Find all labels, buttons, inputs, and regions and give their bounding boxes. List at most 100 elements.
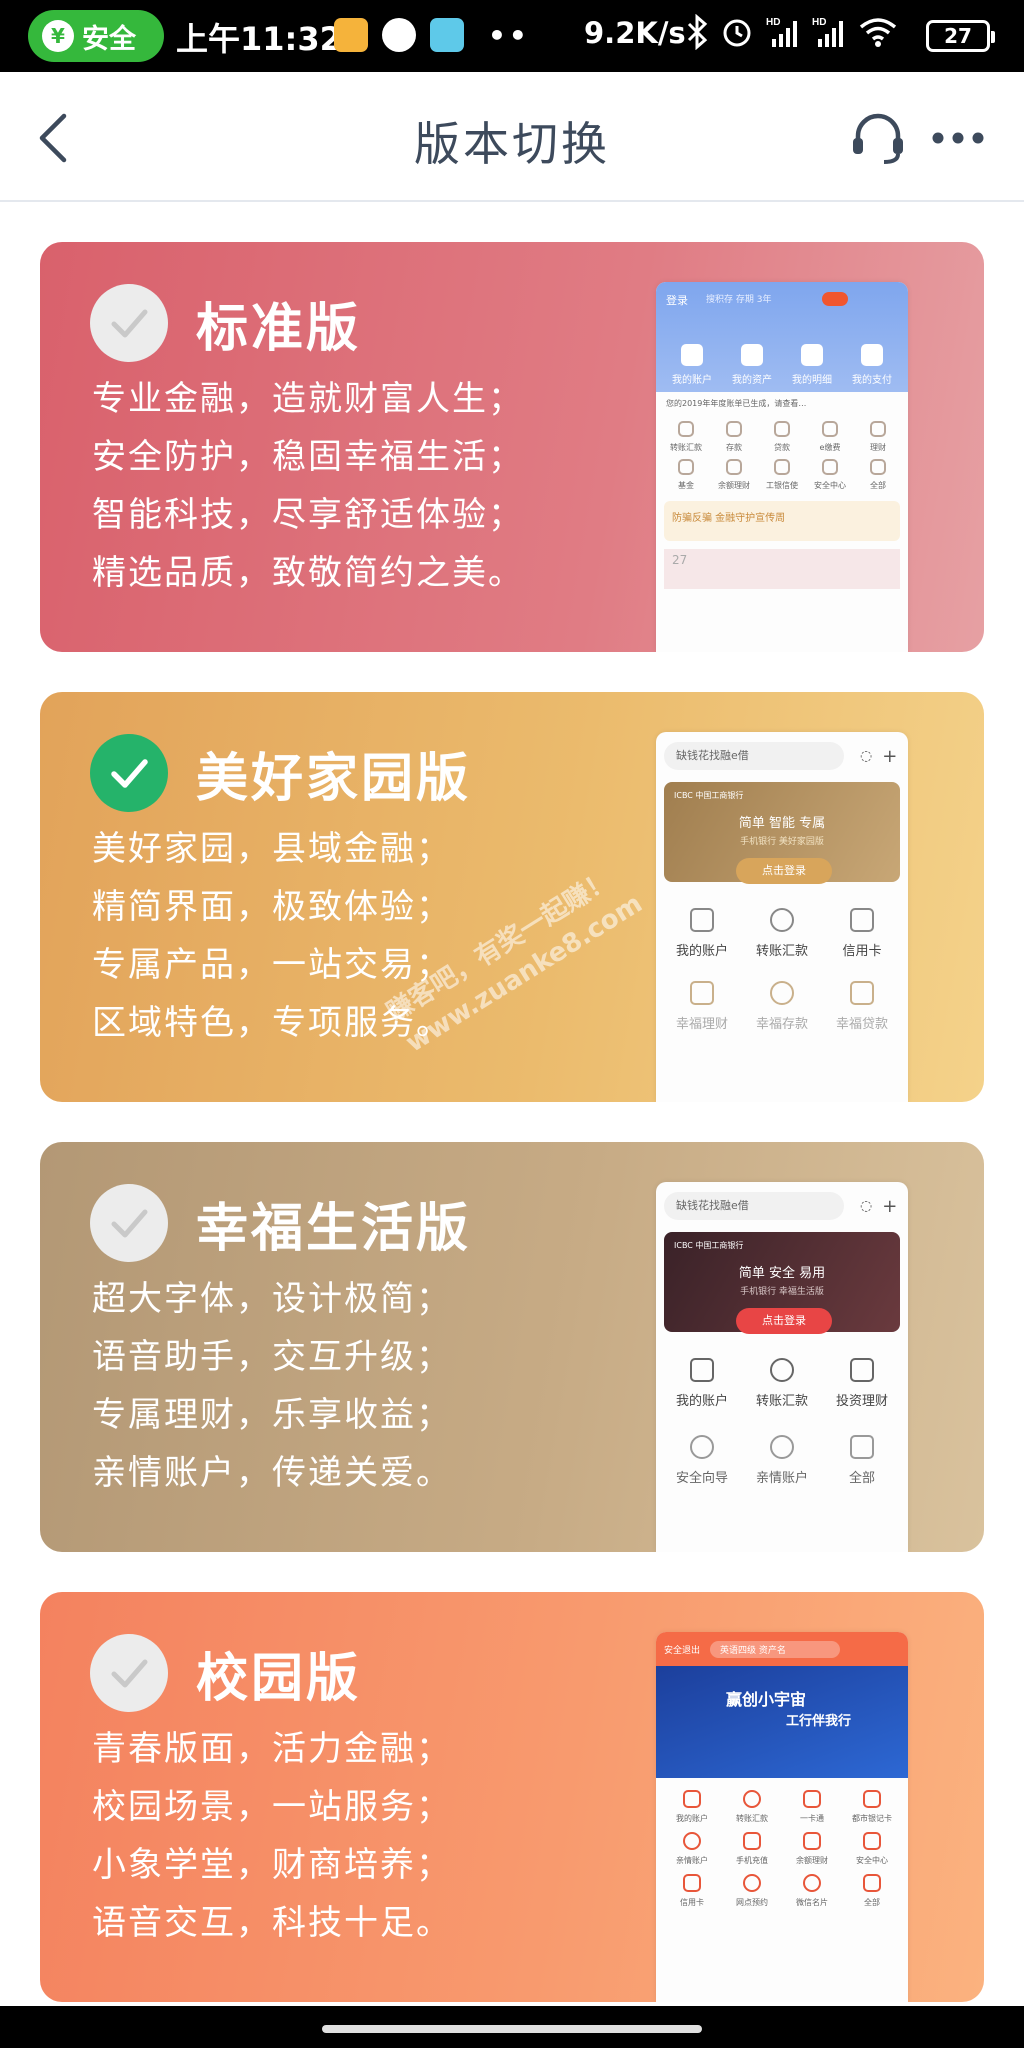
preview-grid-icon — [863, 1790, 881, 1808]
yuan-shield-icon: ¥ — [42, 20, 74, 52]
preview-item-label: 我的账户 — [675, 944, 728, 959]
card-description: 青春版面，活力金融； 校园场景，一站服务； 小象学堂，财商培养； 语音交互，科技… — [92, 1720, 452, 1952]
preview-plus-icon: + — [882, 1195, 898, 1217]
preview-brand: ICBC 中国工商银行 — [674, 791, 744, 800]
preview-item: 我的账户 — [662, 1346, 741, 1409]
system-icons: HD HD — [686, 14, 898, 50]
preview-grid-icon — [683, 1832, 701, 1850]
preview-grid-label: 信用卡 — [680, 1898, 704, 1907]
preview-tab-icon — [681, 344, 703, 366]
preview-grid-label: 亲情账户 — [676, 1856, 708, 1865]
preview-item: 转账汇款 — [742, 1346, 821, 1409]
preview-item-label: 信用卡 — [842, 944, 882, 959]
preview-banner-title: 简单 智能 专属 — [738, 816, 826, 831]
preview-grid-item: 转账汇款 — [722, 1782, 782, 1824]
preview-tab-icon — [861, 344, 883, 366]
preview-grid-label: 全部 — [870, 481, 886, 490]
preview-grid-icon — [743, 1874, 761, 1892]
preview-grid-label: 余额理财 — [796, 1856, 828, 1865]
version-card-beautiful-home[interactable]: 美好家园版 美好家园，县域金融； 精简界面，极致体验； 专属产品，一站交易； 区… — [40, 692, 984, 1102]
checkmark-icon — [111, 1209, 148, 1238]
preview-screenshot: 登录 搜积存 存期 3年 我的账户 我的资产 我的明细 我的支付 您的2019年… — [656, 282, 908, 652]
preview-plus-icon: + — [882, 745, 898, 767]
nav-bar: 版本切换 — [0, 72, 1024, 202]
home-indicator[interactable] — [322, 2025, 702, 2033]
preview-grid-item: 手机充值 — [722, 1824, 782, 1866]
status-bar: ¥ 安全 上午11:32 •• 9.2K/s HD HD 27 — [0, 0, 1024, 72]
preview-grid-icon — [683, 1790, 701, 1808]
preview-item-label: 幸福理财 — [675, 1017, 728, 1032]
preview-grid-row: 基金 余额理财 工银信使 安全中心 全部 — [656, 453, 908, 491]
unchecked-circle-icon[interactable] — [90, 1184, 168, 1262]
preview-search-row: 缺钱花找融e借 ◌ + — [656, 732, 908, 780]
preview-grid-icon — [870, 421, 886, 437]
description-line: 超大字体，设计极简； — [92, 1279, 452, 1319]
preview-grid-icon — [822, 459, 838, 475]
preview-notice: 您的2019年年度账单已生成，请查看… — [666, 399, 807, 408]
bluetooth-icon — [687, 14, 708, 50]
preview-grid-icon — [863, 1874, 881, 1892]
unchecked-circle-icon[interactable] — [90, 1634, 168, 1712]
preview-brand: ICBC 中国工商银行 — [674, 1241, 744, 1250]
preview-grid-item: 余额理财 — [782, 1824, 842, 1866]
description-line: 智能科技，尽享舒适体验； — [92, 495, 524, 535]
card-title: 美好家园版 — [196, 749, 472, 809]
checkmark-icon — [111, 759, 148, 788]
preview-tab-icon — [741, 344, 763, 366]
checkmark-icon — [111, 1659, 148, 1688]
preview-grid-label: 微信名片 — [796, 1898, 828, 1907]
unchecked-circle-icon[interactable] — [90, 284, 168, 362]
preview-screenshot: 缺钱花找融e借 ◌ + ICBC 中国工商银行 简单 安全 易用 手机银行 幸福… — [656, 1182, 908, 1552]
preview-grid-item: 基金 — [662, 453, 710, 491]
preview-badge-icon — [822, 292, 848, 306]
preview-item: 亲情账户 — [742, 1423, 821, 1486]
preview-item-icon — [690, 1358, 714, 1382]
preview-item-icon — [850, 1435, 874, 1459]
preview-banner: 防骗反骗 金融守护宣传周 — [664, 501, 900, 541]
preview-login-button: 点击登录 — [736, 858, 832, 884]
preview-item-icon — [850, 1358, 874, 1382]
preview-item-label: 转账汇款 — [755, 1394, 808, 1409]
checked-circle-icon[interactable] — [90, 734, 168, 812]
preview-login: 登录 — [666, 294, 688, 307]
preview-search: 英语四级 资产名 — [710, 1640, 841, 1658]
preview-grid-item: 网点预约 — [722, 1866, 782, 1908]
preview-grid-item: 一卡通 — [782, 1782, 842, 1824]
preview-banner: ICBC 中国工商银行 简单 安全 易用 手机银行 幸福生活版 点击登录 — [664, 1232, 900, 1334]
hd1-label: HD — [766, 17, 780, 28]
card-title: 校园版 — [196, 1649, 362, 1709]
preview-item-label: 幸福贷款 — [835, 1017, 888, 1032]
preview-grid-label: 一卡通 — [800, 1814, 824, 1823]
description-line: 青春版面，活力金融； — [92, 1729, 452, 1769]
preview-grid-icon — [822, 421, 838, 437]
preview-grid-icon — [803, 1790, 821, 1808]
customer-service-headset-icon[interactable] — [848, 110, 908, 168]
more-options-icon[interactable] — [930, 128, 986, 148]
preview-grid-label: 工银信使 — [766, 481, 798, 490]
preview-grid-row: 信用卡 网点预约 微信名片 全部 — [656, 1866, 908, 1908]
preview-grid-icon — [803, 1832, 821, 1850]
preview-row: 幸福理财 幸福存款 幸福贷款 — [656, 969, 908, 1032]
preview-grid-label: 余额理财 — [718, 481, 750, 490]
preview-grid-item: 工银信使 — [758, 453, 806, 491]
description-line: 语音交互，科技十足。 — [92, 1903, 452, 1943]
card-title: 标准版 — [196, 299, 362, 359]
checkmark-icon — [111, 309, 148, 338]
preview-grid-label: 安全中心 — [814, 481, 846, 490]
preview-item-icon — [850, 981, 874, 1005]
version-card-happy-life[interactable]: 幸福生活版 超大字体，设计极简； 语音助手，交互升级； 专属理财，乐享收益； 亲… — [40, 1142, 984, 1552]
description-line: 专属产品，一站交易； — [92, 945, 452, 985]
version-card-standard[interactable]: 标准版 专业金融，造就财富人生； 安全防护，稳固幸福生活； 智能科技，尽享舒适体… — [40, 242, 984, 652]
description-line: 精简界面，极致体验； — [92, 887, 452, 927]
preview-login-button: 点击登录 — [736, 1308, 832, 1334]
preview-tab-icon — [801, 344, 823, 366]
preview-grid-label: 都市银记卡 — [852, 1814, 892, 1823]
preview-tab-label: 我的支付 — [852, 375, 892, 386]
preview-grid-row: 我的账户 转账汇款 一卡通 都市银记卡 — [656, 1782, 908, 1824]
signal-1-icon: HD — [766, 17, 797, 47]
preview-item: 幸福存款 — [742, 969, 821, 1032]
version-card-campus[interactable]: 校园版 青春版面，活力金融； 校园场景，一站服务； 小象学堂，财商培养； 语音交… — [40, 1592, 984, 2002]
card-title: 幸福生活版 — [196, 1199, 472, 1259]
preview-item-icon — [850, 908, 874, 932]
preview-grid-label: 网点预约 — [736, 1898, 768, 1907]
